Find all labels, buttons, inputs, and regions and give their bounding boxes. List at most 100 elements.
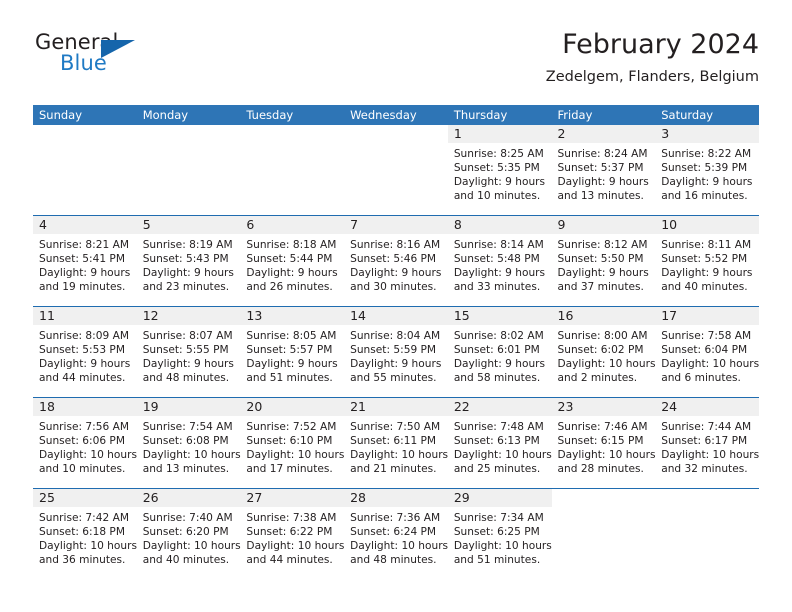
sun-info-line: and 55 minutes.	[350, 372, 437, 385]
sun-info-line: Sunrise: 8:18 AM	[246, 239, 337, 251]
sun-info-line: and 19 minutes.	[39, 281, 126, 294]
calendar-cell-inner: 8 Sunrise: 8:14 AM Sunset: 5:48 PM Daylight…	[447, 216, 552, 306]
calendar-cell-inner: 12 Sunrise: 8:07 AM Sunset: 5:55 PM Dayligh…	[136, 307, 241, 397]
calendar-cell-inner	[344, 125, 448, 215]
sun-info-line: Sunrise: 8:12 AM	[557, 239, 648, 251]
day-number: 8	[447, 216, 552, 234]
calendar-cell-inner: 22 Sunrise: 7:48 AM Sunset: 6:13 PM Dayligh…	[447, 398, 552, 488]
calendar-day-cell[interactable]: 19 Sunrise: 7:54 AM Sunset: 6:08 PM Dayligh…	[136, 397, 241, 489]
calendar-day-cell[interactable]: 26 Sunrise: 7:40 AM Sunset: 6:20 PM Dayligh…	[136, 488, 241, 579]
sun-info-line: Sunrise: 7:36 AM	[350, 512, 441, 524]
sun-info-line: Sunrise: 8:24 AM	[557, 148, 648, 160]
sun-info: Sunrise: 7:58 AM Sunset: 6:04 PM Daylight:…	[655, 325, 759, 385]
sun-info-line: Sunset: 5:50 PM	[557, 253, 644, 266]
calendar-day-cell[interactable]: 15 Sunrise: 8:02 AM Sunset: 6:01 PM Dayligh…	[447, 306, 552, 398]
sun-info-line: and 32 minutes.	[661, 463, 748, 476]
sun-info: Sunrise: 7:56 AM Sunset: 6:06 PM Daylight:…	[33, 416, 137, 476]
day-number: 18	[33, 398, 137, 416]
sun-info-line: Sunset: 5:46 PM	[350, 253, 437, 266]
sun-info-line: Sunrise: 8:22 AM	[661, 148, 752, 160]
sun-info: Sunrise: 8:00 AM Sunset: 6:02 PM Daylight:…	[552, 325, 656, 385]
calendar-day-cell[interactable]: 24 Sunrise: 7:44 AM Sunset: 6:17 PM Dayligh…	[655, 397, 759, 489]
general-blue-logo[interactable]: General Blue	[33, 30, 233, 86]
sun-info-line: Daylight: 9 hours	[661, 267, 753, 280]
calendar-day-cell[interactable]: 8 Sunrise: 8:14 AM Sunset: 5:48 PM Daylight…	[447, 215, 552, 307]
calendar-cell-empty	[33, 125, 137, 216]
calendar-day-cell[interactable]: 27 Sunrise: 7:38 AM Sunset: 6:22 PM Dayligh…	[240, 488, 344, 579]
sun-info-line: Sunset: 6:22 PM	[246, 526, 333, 539]
sun-info-line: Sunrise: 8:05 AM	[246, 330, 337, 342]
weekday-header-friday: Friday	[551, 105, 656, 125]
sun-info-line: and 36 minutes.	[39, 554, 126, 567]
calendar-cell-empty	[344, 125, 448, 216]
calendar-day-cell[interactable]: 25 Sunrise: 7:42 AM Sunset: 6:18 PM Dayligh…	[33, 488, 137, 579]
calendar-day-cell[interactable]: 14 Sunrise: 8:04 AM Sunset: 5:59 PM Dayligh…	[344, 306, 448, 398]
sun-info: Sunrise: 8:25 AM Sunset: 5:35 PM Daylight:…	[448, 143, 552, 203]
logo-word-blue: Blue	[60, 51, 107, 75]
sun-info-line: Daylight: 10 hours	[557, 449, 656, 462]
sun-info-line: and 17 minutes.	[246, 463, 333, 476]
sun-info-line: and 2 minutes.	[557, 372, 638, 385]
calendar-day-cell[interactable]: 16 Sunrise: 8:00 AM Sunset: 6:02 PM Dayligh…	[551, 306, 656, 398]
calendar-day-cell[interactable]: 21 Sunrise: 7:50 AM Sunset: 6:11 PM Dayligh…	[344, 397, 448, 489]
calendar-day-cell[interactable]: 6 Sunrise: 8:18 AM Sunset: 5:44 PM Daylight…	[240, 215, 345, 307]
sun-info: Sunrise: 8:19 AM Sunset: 5:43 PM Daylight:…	[137, 234, 241, 294]
sun-info-line: Daylight: 9 hours	[453, 176, 546, 189]
weekday-header-sunday: Sunday	[33, 105, 137, 125]
sun-info-line: Daylight: 9 hours	[39, 267, 131, 280]
calendar-day-cell[interactable]: 22 Sunrise: 7:48 AM Sunset: 6:13 PM Dayligh…	[447, 397, 552, 489]
sun-info: Sunrise: 8:24 AM Sunset: 5:37 PM Daylight:…	[552, 143, 656, 203]
calendar-day-cell[interactable]: 10 Sunrise: 8:11 AM Sunset: 5:52 PM Dayligh…	[655, 215, 759, 307]
day-number: 24	[655, 398, 759, 416]
calendar-day-cell[interactable]: 7 Sunrise: 8:16 AM Sunset: 5:46 PM Daylight…	[344, 215, 448, 307]
calendar-day-cell[interactable]: 3 Sunrise: 8:22 AM Sunset: 5:39 PM Daylight…	[655, 125, 759, 216]
calendar-day-cell[interactable]: 13 Sunrise: 8:05 AM Sunset: 5:57 PM Dayligh…	[240, 306, 345, 398]
calendar-cell-empty	[655, 488, 759, 579]
page-title: February 2024	[562, 29, 759, 60]
sun-info-line: Daylight: 9 hours	[350, 358, 442, 371]
sun-info-line: Daylight: 9 hours	[246, 358, 338, 371]
calendar-cell-inner	[655, 489, 759, 579]
calendar-day-cell[interactable]: 12 Sunrise: 8:07 AM Sunset: 5:55 PM Dayligh…	[136, 306, 241, 398]
sun-info-line: Sunset: 6:18 PM	[39, 526, 125, 539]
calendar-day-cell[interactable]: 1 Sunrise: 8:25 AM Sunset: 5:35 PM Daylight…	[447, 125, 552, 216]
calendar-day-cell[interactable]: 4 Sunrise: 8:21 AM Sunset: 5:41 PM Daylight…	[33, 215, 137, 307]
sun-info-line: Sunset: 6:24 PM	[350, 526, 437, 539]
sun-info-line: Sunset: 5:39 PM	[661, 162, 748, 175]
calendar-day-cell[interactable]: 28 Sunrise: 7:36 AM Sunset: 6:24 PM Dayligh…	[344, 488, 448, 579]
day-number	[655, 489, 759, 507]
sun-info-line: Sunrise: 7:50 AM	[350, 421, 441, 433]
calendar-cell-inner: 4 Sunrise: 8:21 AM Sunset: 5:41 PM Daylight…	[33, 216, 137, 306]
sun-info-line: Sunset: 5:37 PM	[557, 162, 644, 175]
calendar-day-cell[interactable]: 11 Sunrise: 8:09 AM Sunset: 5:53 PM Dayligh…	[33, 306, 137, 398]
sun-info-line: Sunrise: 8:14 AM	[453, 239, 544, 251]
sun-info-line: Sunrise: 8:19 AM	[142, 239, 233, 251]
calendar-day-cell[interactable]: 23 Sunrise: 7:46 AM Sunset: 6:15 PM Dayligh…	[551, 397, 656, 489]
calendar-day-cell[interactable]: 17 Sunrise: 7:58 AM Sunset: 6:04 PM Dayligh…	[655, 306, 759, 398]
day-number: 4	[33, 216, 137, 234]
sun-info-line: Daylight: 10 hours	[39, 540, 137, 553]
sun-info-line: Daylight: 10 hours	[350, 449, 449, 462]
day-number: 11	[33, 307, 137, 325]
sun-info-line: Daylight: 10 hours	[661, 358, 760, 371]
calendar-day-cell[interactable]: 20 Sunrise: 7:52 AM Sunset: 6:10 PM Dayligh…	[240, 397, 344, 489]
calendar-day-cell[interactable]: 2 Sunrise: 8:24 AM Sunset: 5:37 PM Daylight…	[551, 125, 656, 216]
sun-info-line: Daylight: 10 hours	[142, 449, 241, 462]
calendar-cell-inner: 5 Sunrise: 8:19 AM Sunset: 5:43 PM Daylight…	[136, 216, 241, 306]
calendar-week-row: 25 Sunrise: 7:42 AM Sunset: 6:18 PM Dayligh…	[33, 488, 759, 579]
day-number: 3	[655, 125, 759, 143]
sun-info-line: Sunset: 6:13 PM	[453, 435, 540, 448]
calendar-day-cell[interactable]: 9 Sunrise: 8:12 AM Sunset: 5:50 PM Daylight…	[551, 215, 656, 307]
calendar-week-row: 18 Sunrise: 7:56 AM Sunset: 6:06 PM Dayligh…	[33, 397, 759, 489]
sun-info: Sunrise: 8:11 AM Sunset: 5:52 PM Daylight:…	[655, 234, 759, 294]
calendar-day-cell[interactable]: 29 Sunrise: 7:34 AM Sunset: 6:25 PM Dayligh…	[447, 488, 552, 579]
sun-info: Sunrise: 7:50 AM Sunset: 6:11 PM Daylight:…	[344, 416, 448, 476]
sun-info: Sunrise: 8:14 AM Sunset: 5:48 PM Daylight:…	[448, 234, 552, 294]
sun-info: Sunrise: 8:07 AM Sunset: 5:55 PM Daylight:…	[137, 325, 241, 385]
calendar-day-cell[interactable]: 5 Sunrise: 8:19 AM Sunset: 5:43 PM Daylight…	[136, 215, 241, 307]
weekday-header-wednesday: Wednesday	[344, 105, 448, 125]
sun-info-line: Sunrise: 8:00 AM	[557, 330, 648, 342]
sun-info-line: Daylight: 10 hours	[39, 449, 137, 462]
sun-info-line: Daylight: 9 hours	[246, 267, 338, 280]
calendar-day-cell[interactable]: 18 Sunrise: 7:56 AM Sunset: 6:06 PM Dayligh…	[33, 397, 137, 489]
